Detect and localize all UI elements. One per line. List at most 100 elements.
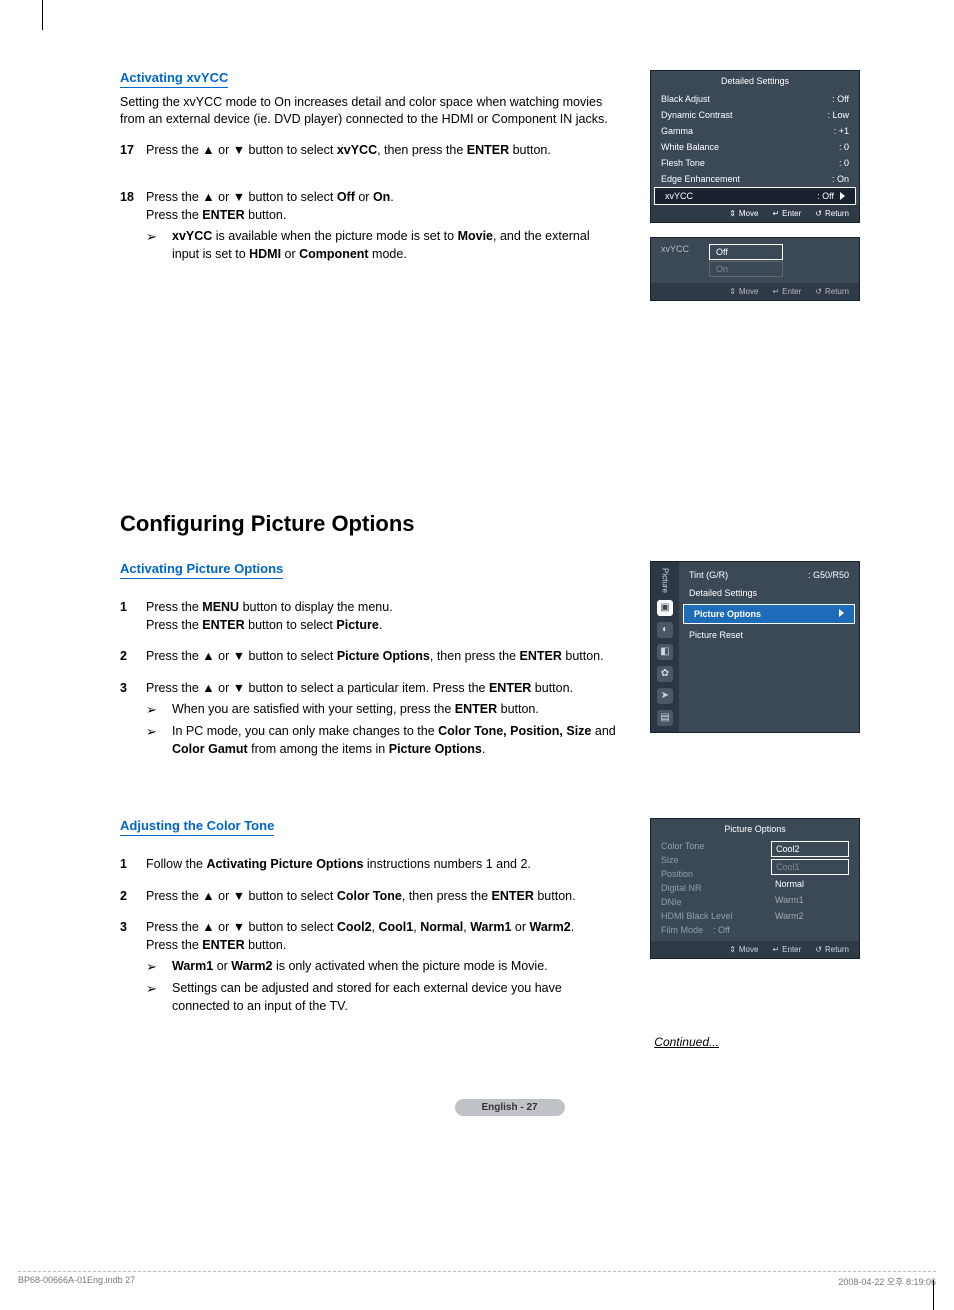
note: xvYCC is available when the picture mode… — [172, 228, 620, 263]
chevron-right-icon — [840, 192, 845, 200]
pointer-icon: ➢ — [146, 701, 172, 719]
step-body: Press the ▲ or ▼ button to select a part… — [146, 680, 620, 759]
osd-val: : Low — [827, 110, 849, 120]
option-warm2: Warm2 — [771, 909, 849, 923]
footer-file: BP68-00666A-01Eng.indb 27 — [18, 1275, 135, 1288]
osd-footer: ⇕Move ↵Enter ↺Return — [651, 283, 859, 300]
sidebar-icon-picture: ▣ — [657, 600, 673, 616]
po-label: Size — [661, 855, 759, 865]
osd-row-label: Detailed Settings — [689, 588, 757, 598]
updown-icon: ⇕ — [729, 287, 736, 296]
osd-label: Black Adjust — [661, 94, 710, 104]
step-num: 17 — [120, 142, 146, 160]
osd-picture-options: Picture Options Color Tone Size Position… — [650, 818, 860, 959]
updown-icon: ⇕ — [729, 209, 736, 218]
return-icon: ↺ — [815, 209, 822, 218]
option-cool1: Cool1 — [771, 859, 849, 875]
footer-enter: Enter — [782, 287, 801, 296]
footer-move: Move — [739, 287, 759, 296]
xvycc-intro: Setting the xvYCC mode to On increases d… — [120, 94, 620, 128]
enter-icon: ↵ — [772, 287, 779, 296]
step-num: 3 — [120, 919, 146, 937]
po-label: Digital NR — [661, 883, 759, 893]
section-title-xvycc: Activating xvYCC — [120, 70, 228, 88]
osd-label-selected: xvYCC — [665, 191, 693, 201]
sidebar-icon-apps: ▤ — [657, 710, 673, 726]
pointer-icon: ➢ — [146, 723, 172, 741]
sidebar-icon-setup: ✿ — [657, 666, 673, 682]
po-label: Position — [661, 869, 759, 879]
step-2: 2 Press the ▲ or ▼ button to select Colo… — [120, 888, 620, 906]
heading-configuring-picture-options: Configuring Picture Options — [120, 511, 899, 537]
note: When you are satisfied with your setting… — [172, 701, 620, 719]
step-body: Press the ▲ or ▼ button to select Pictur… — [146, 648, 620, 666]
osd-label: Gamma — [661, 126, 693, 136]
step-3: 3 Press the ▲ or ▼ button to select a pa… — [120, 680, 620, 759]
step-body: Press the ▲ or ▼ button to select Cool2,… — [146, 919, 620, 1015]
osd-title: Detailed Settings — [651, 71, 859, 91]
osd-detailed-settings: Detailed Settings Black Adjust : Off Dyna… — [650, 70, 860, 223]
section-title-color-tone: Adjusting the Color Tone — [120, 818, 274, 836]
section-title-activating-po: Activating Picture Options — [120, 561, 283, 579]
option-off: Off — [709, 244, 783, 260]
osd-label: White Balance — [661, 142, 719, 152]
enter-icon: ↵ — [772, 945, 779, 954]
step-body: Press the ▲ or ▼ button to select xvYCC,… — [146, 142, 620, 160]
po-label: HDMI Black Level — [661, 911, 759, 921]
step-body: Press the ▲ or ▼ button to select Off or… — [146, 189, 620, 263]
step-num: 2 — [120, 888, 146, 906]
step-body: Follow the Activating Picture Options in… — [146, 856, 620, 874]
footer-return: Return — [825, 287, 849, 296]
osd-row-label-selected: Picture Options — [694, 609, 761, 619]
option-normal: Normal — [771, 877, 849, 891]
sidebar-label-picture: Picture — [661, 564, 670, 597]
option-on: On — [709, 261, 783, 277]
step-num: 1 — [120, 599, 146, 617]
step-body: Press the MENU button to display the men… — [146, 599, 620, 634]
osd-picture-menu: Picture ▣ ◐ ◧ ✿ ➤ ▤ Tint (G/R) : G50/R50… — [650, 561, 860, 733]
osd-label: Dynamic Contrast — [661, 110, 733, 120]
step-num: 2 — [120, 648, 146, 666]
step-num: 18 — [120, 189, 146, 207]
step-17: 17 Press the ▲ or ▼ button to select xvY… — [120, 142, 620, 160]
footer-timestamp: 2008-04-22 오후 8:19:06 — [838, 1275, 936, 1288]
po-label: DNIe — [661, 897, 759, 907]
osd-label: Edge Enhancement — [661, 174, 740, 184]
osd-val-selected: : Off — [817, 191, 834, 201]
option-warm1: Warm1 — [771, 893, 849, 907]
footer-enter: Enter — [782, 209, 801, 218]
footer-move: Move — [739, 945, 759, 954]
updown-icon: ⇕ — [729, 945, 736, 954]
footer-enter: Enter — [782, 945, 801, 954]
osd-val: : +1 — [834, 126, 849, 136]
step-body: Press the ▲ or ▼ button to select Color … — [146, 888, 620, 906]
step-1: 1 Follow the Activating Picture Options … — [120, 856, 620, 874]
note: In PC mode, you can only make changes to… — [172, 723, 620, 758]
print-footer: BP68-00666A-01Eng.indb 27 2008-04-22 오후 … — [18, 1271, 936, 1288]
osd-title: Picture Options — [651, 819, 859, 839]
sidebar-icon-sound: ◐ — [657, 622, 673, 638]
osd-val: : Off — [832, 94, 849, 104]
sidebar-icon-channel: ◧ — [657, 644, 673, 660]
continued-label: Continued... — [120, 1035, 719, 1049]
sidebar-icon-input: ➤ — [657, 688, 673, 704]
pointer-icon: ➢ — [146, 980, 172, 998]
page-number-pill: English - 27 — [455, 1099, 565, 1116]
step-num: 3 — [120, 680, 146, 698]
osd-row-val: : G50/R50 — [808, 570, 849, 580]
po-label: Color Tone — [661, 841, 759, 851]
osd-val: : On — [832, 174, 849, 184]
step-18: 18 Press the ▲ or ▼ button to select Off… — [120, 189, 620, 263]
footer-return: Return — [825, 945, 849, 954]
pointer-icon: ➢ — [146, 958, 172, 976]
step-num: 1 — [120, 856, 146, 874]
osd-footer: ⇕Move ↵Enter ↺Return — [651, 205, 859, 222]
osd-val: : 0 — [839, 142, 849, 152]
option-cool2: Cool2 — [771, 841, 849, 857]
osd-row-label: Tint (G/R) — [689, 570, 728, 580]
osd-footer: ⇕Move ↵Enter ↺Return — [651, 941, 859, 958]
step-1: 1 Press the MENU button to display the m… — [120, 599, 620, 634]
chevron-right-icon — [839, 609, 844, 617]
osd-label: Flesh Tone — [661, 158, 705, 168]
enter-icon: ↵ — [772, 209, 779, 218]
